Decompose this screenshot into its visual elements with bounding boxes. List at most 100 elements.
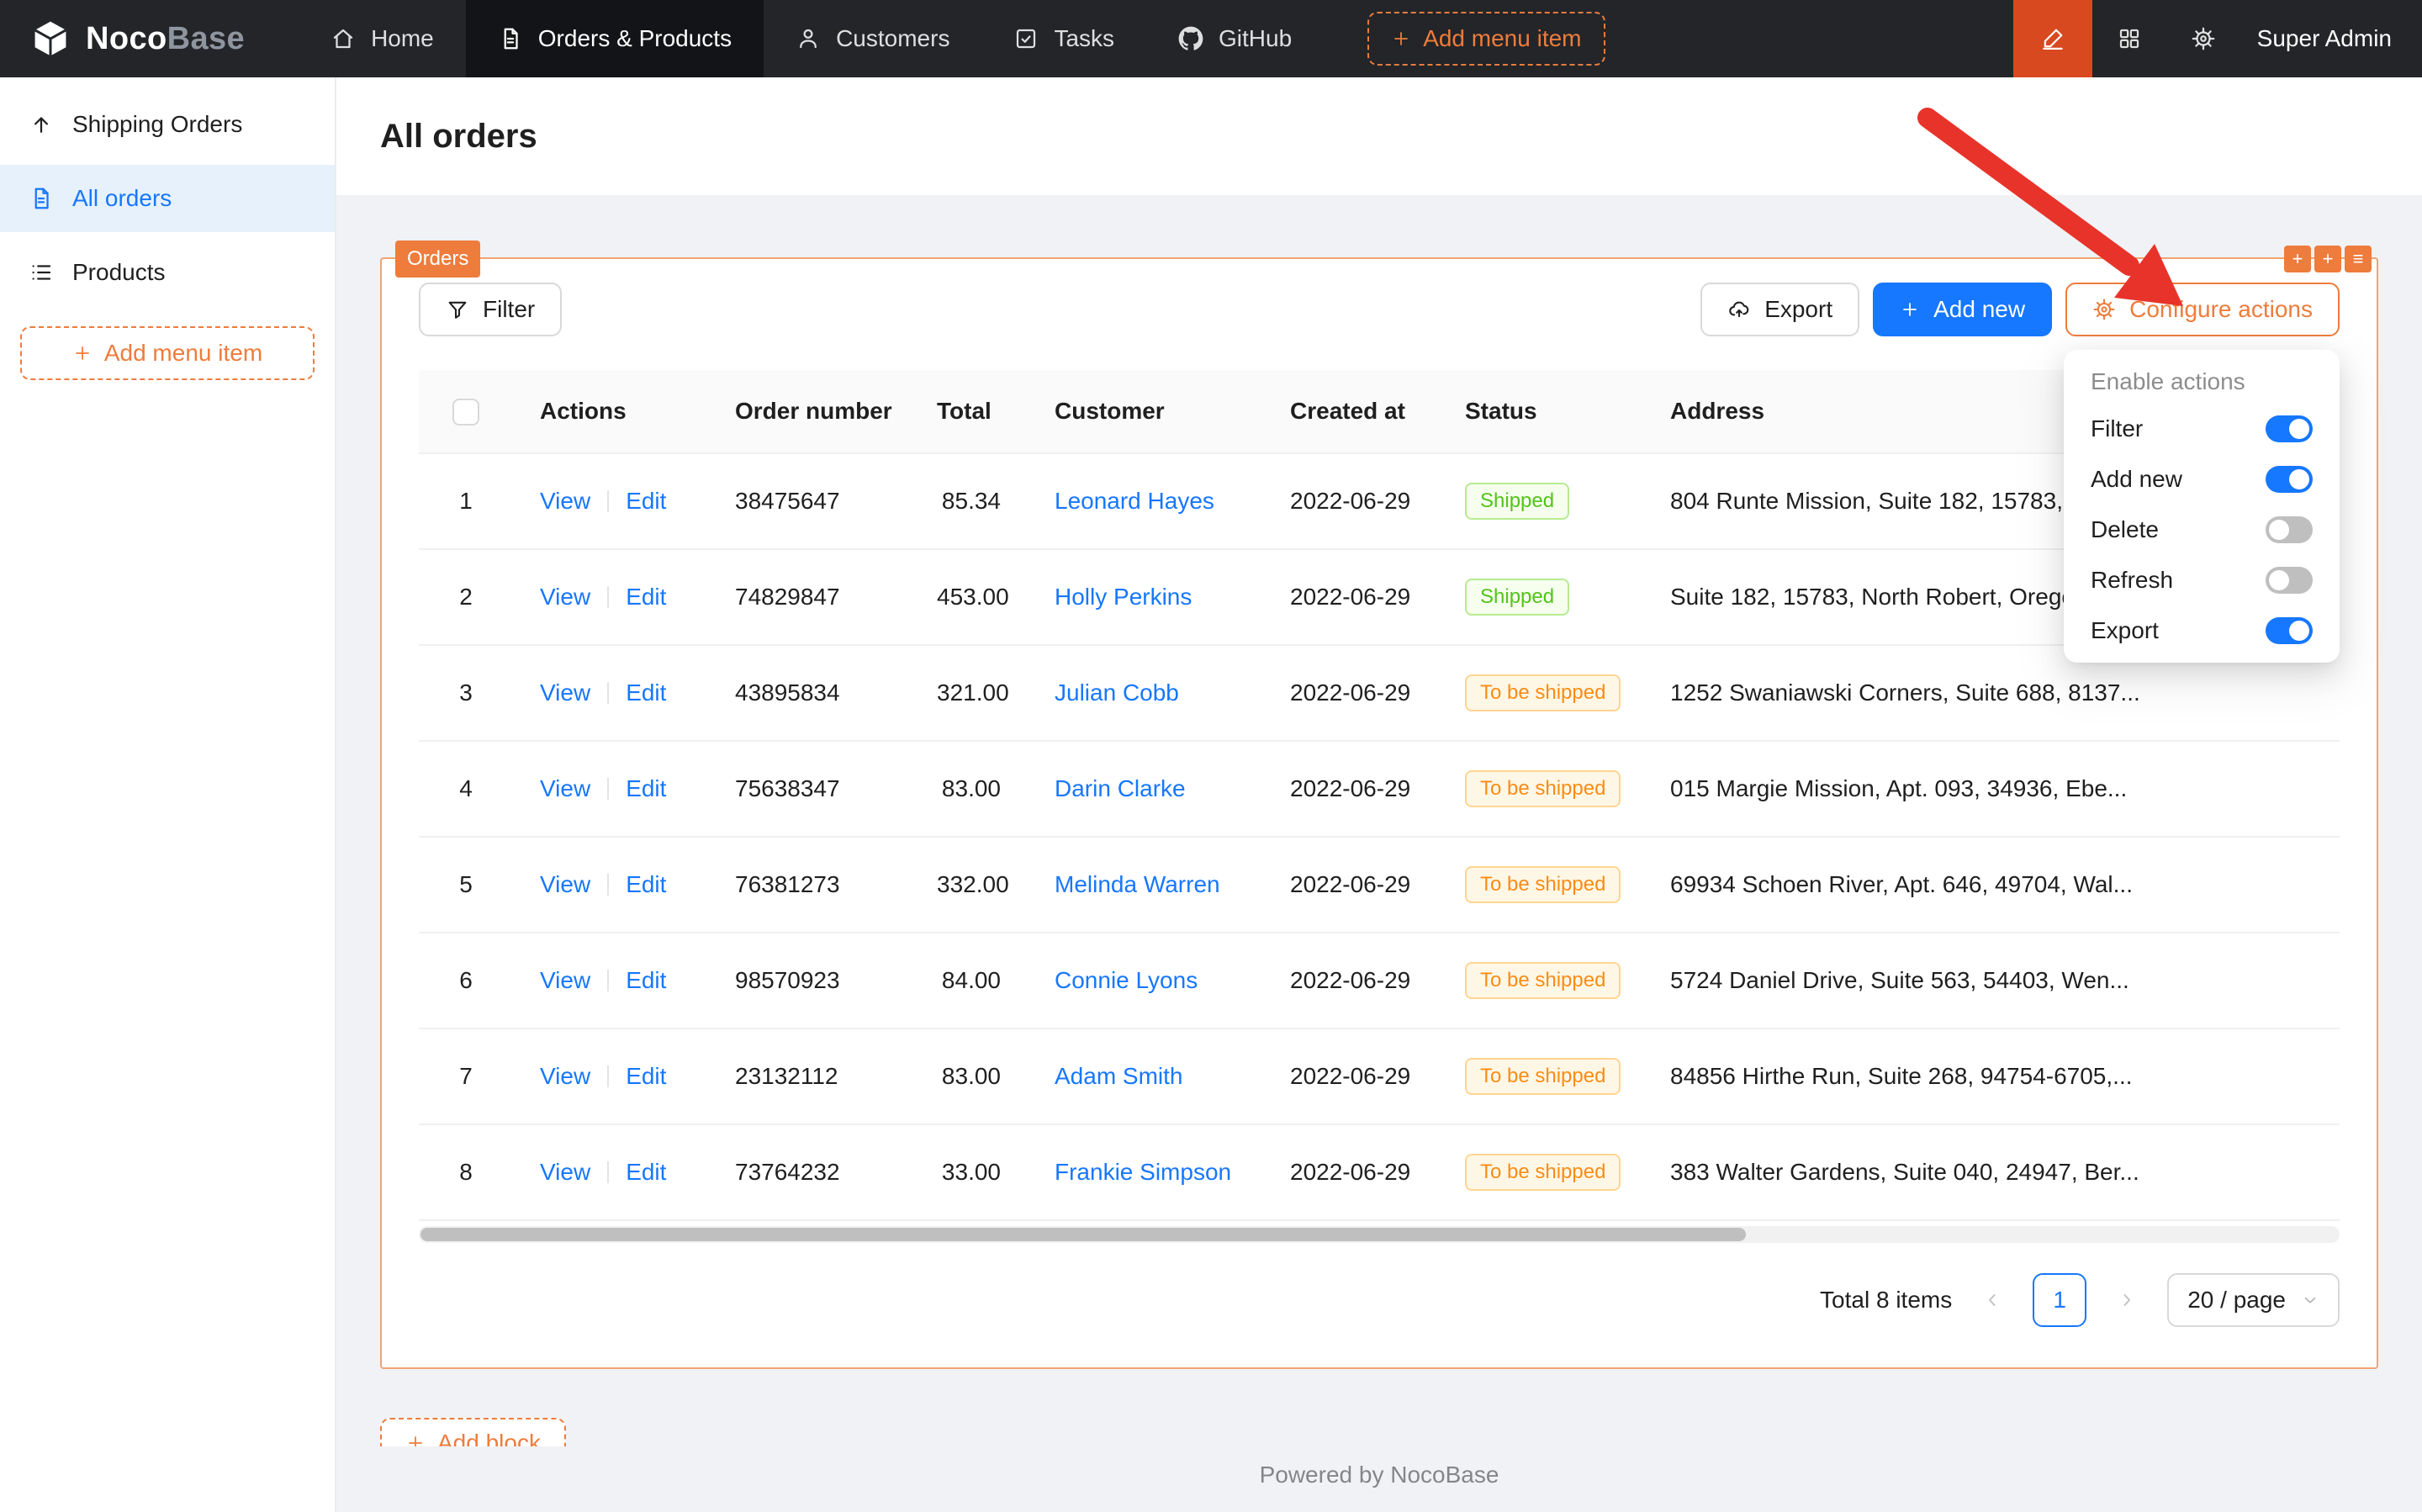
settings-button[interactable] — [2166, 0, 2240, 77]
order-number-cell: 74829847 — [708, 549, 910, 645]
enable-action-item[interactable]: Add new — [2070, 454, 2333, 505]
customer-link[interactable]: Melinda Warren — [1055, 871, 1220, 897]
pagination-total: Total 8 items — [1820, 1287, 1952, 1314]
nav-item-github[interactable]: GitHub — [1146, 0, 1324, 77]
view-link[interactable]: View — [540, 679, 590, 706]
switch-knob — [2289, 469, 2309, 489]
view-link[interactable]: View — [540, 584, 590, 610]
pagination-next-button[interactable] — [2100, 1273, 2154, 1327]
customer-link[interactable]: Julian Cobb — [1055, 679, 1179, 706]
nav-item-tasks[interactable]: Tasks — [981, 0, 1146, 77]
switch-knob — [2269, 570, 2289, 590]
edit-link[interactable]: Edit — [626, 488, 666, 514]
edit-link[interactable]: Edit — [626, 871, 666, 897]
select-all-checkbox[interactable] — [452, 399, 479, 426]
add-new-button[interactable]: Add new — [1873, 283, 2052, 336]
view-link[interactable]: View — [540, 775, 590, 801]
nav-item-home[interactable]: Home — [299, 0, 466, 77]
view-link[interactable]: View — [540, 871, 590, 897]
enable-action-item[interactable]: Delete — [2070, 505, 2333, 555]
row-index: 4 — [459, 775, 473, 801]
file-text-icon — [29, 186, 54, 211]
plus-icon — [72, 343, 93, 363]
export-button[interactable]: Export — [1700, 283, 1859, 336]
gear-icon — [2191, 26, 2216, 51]
designer-menu-icon[interactable]: ≡ — [2345, 246, 2372, 272]
configure-actions-button[interactable]: Configure actions — [2065, 283, 2340, 336]
action-toggle-switch[interactable] — [2266, 415, 2313, 442]
horizontal-scrollbar-thumb[interactable] — [420, 1228, 1746, 1241]
enable-action-item[interactable]: Refresh — [2070, 555, 2333, 605]
edit-link[interactable]: Edit — [626, 775, 666, 801]
customer-link[interactable]: Holly Perkins — [1055, 584, 1192, 610]
edit-link[interactable]: Edit — [626, 679, 666, 706]
highlighter-icon — [2040, 26, 2065, 51]
view-link[interactable]: View — [540, 967, 590, 993]
edit-link[interactable]: Edit — [626, 584, 666, 610]
pagination-prev-button[interactable] — [1965, 1273, 2019, 1327]
view-link[interactable]: View — [540, 1159, 590, 1185]
sidebar-item-products[interactable]: Products — [0, 239, 335, 306]
nav-item-customers[interactable]: Customers — [764, 0, 981, 77]
edit-link[interactable]: Edit — [626, 1063, 666, 1089]
enable-action-item[interactable]: Filter — [2070, 404, 2333, 454]
filter-button[interactable]: Filter — [419, 283, 562, 336]
page-header: All orders — [336, 77, 2422, 195]
enable-actions-dropdown: Enable actions Filter Add new Delete Ref… — [2064, 350, 2340, 663]
edit-link[interactable]: Edit — [626, 1159, 666, 1185]
ui-editor-button[interactable] — [2013, 0, 2092, 77]
plus-icon — [1391, 29, 1411, 49]
nav-item-orders-products[interactable]: Orders & Products — [466, 0, 764, 77]
status-badge: To be shipped — [1465, 1154, 1621, 1191]
nocobase-logo[interactable]: NocoBase — [0, 19, 275, 59]
brand-name: NocoBase — [86, 21, 245, 57]
action-divider — [607, 970, 609, 991]
list-icon — [29, 260, 54, 285]
funnel-icon — [446, 298, 469, 321]
plugin-manager-button[interactable] — [2092, 0, 2166, 77]
action-toggle-switch[interactable] — [2266, 567, 2313, 594]
sidebar-item-all-orders[interactable]: All orders — [0, 165, 335, 232]
total-cell: 453.00 — [910, 549, 1028, 645]
pagination-page-1[interactable]: 1 — [2033, 1273, 2086, 1327]
action-divider — [607, 586, 609, 608]
action-toggle-switch[interactable] — [2266, 466, 2313, 493]
address-cell: 383 Walter Gardens, Suite 040, 24947, Be… — [1643, 1124, 2340, 1220]
view-link[interactable]: View — [540, 488, 590, 514]
address-cell: 84856 Hirthe Run, Suite 268, 94754-6705,… — [1643, 1028, 2340, 1124]
customer-link[interactable]: Adam Smith — [1055, 1063, 1183, 1089]
add-block-clipped-region: Add block — [380, 1418, 2378, 1446]
github-icon — [1178, 26, 1203, 51]
chevron-right-icon — [2117, 1290, 2137, 1310]
status-badge: To be shipped — [1465, 962, 1621, 999]
edit-link[interactable]: Edit — [626, 967, 666, 993]
sidebar-item-shipping-orders[interactable]: Shipping Orders — [0, 91, 335, 158]
customer-link[interactable]: Connie Lyons — [1055, 967, 1198, 993]
sidebar-add-menu-item-button[interactable]: Add menu item — [20, 326, 315, 380]
add-block-button[interactable]: Add block — [380, 1418, 566, 1446]
total-cell: 321.00 — [910, 645, 1028, 741]
table-row: 6 ViewEdit 98570923 84.00 Connie Lyons 2… — [419, 933, 2340, 1028]
action-divider — [607, 1065, 609, 1087]
navbar-add-menu-item-button[interactable]: Add menu item — [1367, 12, 1605, 66]
customer-link[interactable]: Leonard Hayes — [1055, 488, 1214, 514]
customer-link[interactable]: Darin Clarke — [1055, 775, 1186, 801]
plus-icon — [405, 1433, 426, 1446]
plus-icon — [1900, 299, 1920, 320]
view-link[interactable]: View — [540, 1063, 590, 1089]
column-header-order-number: Order number — [708, 370, 910, 453]
designer-plus-icon[interactable]: + — [2284, 246, 2311, 272]
order-number-cell: 38475647 — [708, 453, 910, 549]
page-size-select[interactable]: 20 / page — [2167, 1273, 2340, 1327]
designer-plus-icon[interactable]: + — [2314, 246, 2341, 272]
enable-action-item[interactable]: Export — [2070, 605, 2333, 656]
action-toggle-switch[interactable] — [2266, 516, 2313, 543]
action-divider — [607, 682, 609, 704]
created-at-cell: 2022-06-29 — [1263, 741, 1438, 837]
column-header-status: Status — [1438, 370, 1643, 453]
main-area: All orders Orders + + ≡ Filter — [336, 77, 2422, 1512]
customer-link[interactable]: Frankie Simpson — [1055, 1159, 1231, 1185]
user-menu[interactable]: Super Admin — [2240, 25, 2422, 52]
action-toggle-switch[interactable] — [2266, 617, 2313, 644]
column-header-created-at: Created at — [1263, 370, 1438, 453]
